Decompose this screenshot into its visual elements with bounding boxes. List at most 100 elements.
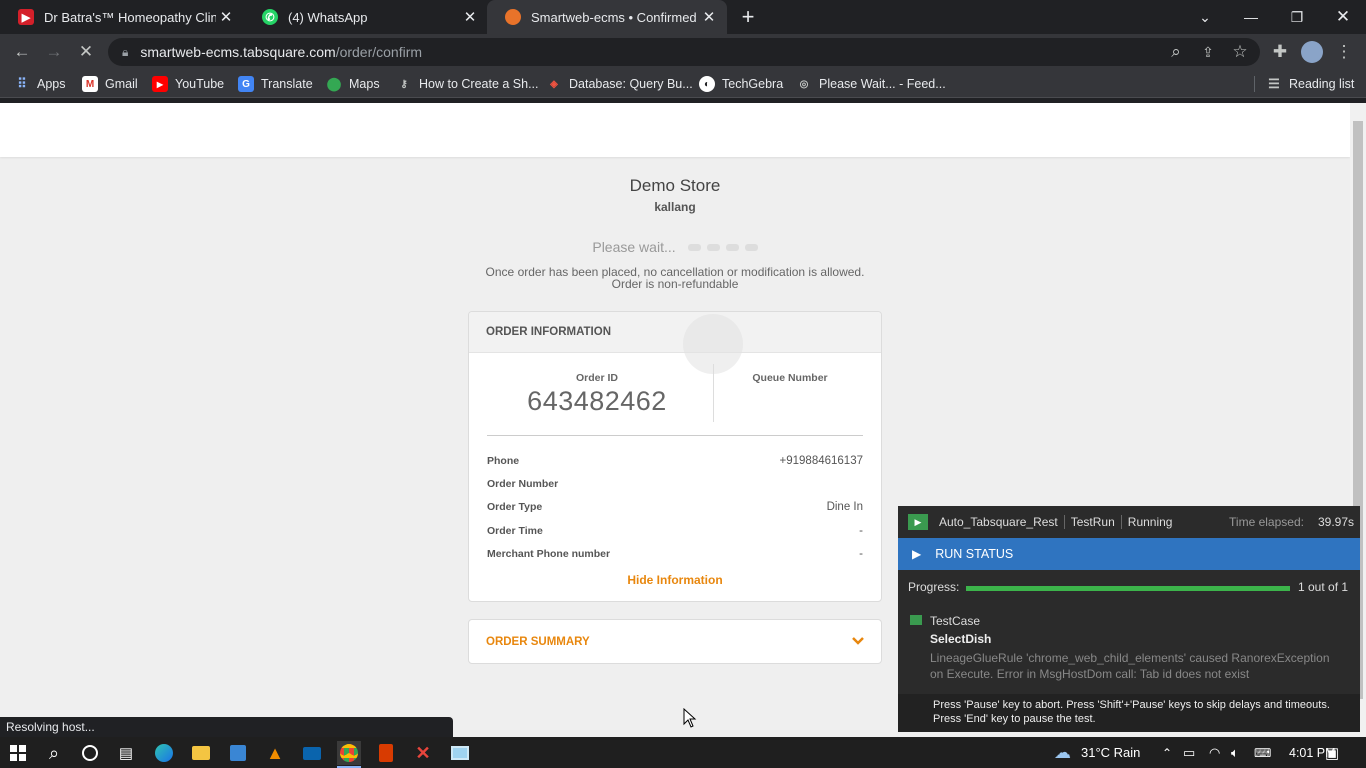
- profile-avatar[interactable]: [1300, 40, 1324, 64]
- tray-chevron-icon[interactable]: ⌃: [1162, 737, 1172, 768]
- card-header: ORDER INFORMATION: [469, 312, 881, 353]
- battery-icon[interactable]: ▭: [1183, 737, 1195, 768]
- store-name: Demo Store: [629, 176, 721, 195]
- please-wait-text: Please wait...: [592, 239, 676, 255]
- queue-number-label: Queue Number: [752, 372, 828, 384]
- ranorex-state: Running: [1127, 515, 1173, 529]
- order-summary-accordion[interactable]: ORDER SUMMARY: [468, 619, 882, 664]
- search-icon[interactable]: ⌕: [42, 741, 66, 765]
- office-icon[interactable]: [374, 741, 398, 765]
- restore-icon[interactable]: ❐: [1274, 0, 1320, 34]
- tab-title: Smartweb-ecms • Confirmed Ord: [531, 9, 699, 25]
- bookmark-translate[interactable]: G Translate: [238, 74, 313, 94]
- rain-cloud-icon: ☁: [1054, 742, 1071, 762]
- ranorex-taskbar-icon[interactable]: [448, 741, 472, 765]
- language-icon[interactable]: ⌨: [1254, 737, 1271, 768]
- task-view-icon[interactable]: ▤: [114, 741, 138, 765]
- bookmarks-bar: ⠿ Apps M Gmail ▶ YouTube G Translate ⬤ Maps ⚷…: [0, 70, 1366, 98]
- loading-dot: [744, 243, 758, 251]
- close-icon[interactable]: ✕: [460, 8, 480, 26]
- edge-icon[interactable]: [152, 741, 176, 765]
- bookmark-database-query[interactable]: ◈ Database: Query Bu...: [546, 74, 693, 94]
- run-status-bar[interactable]: ▶ RUN STATUS: [898, 538, 1360, 570]
- minimize-icon[interactable]: —: [1228, 0, 1274, 34]
- menu-kebab-icon[interactable]: ⋮: [1332, 40, 1356, 64]
- techgebra-icon: ◐: [699, 76, 715, 92]
- file-explorer-icon[interactable]: [189, 741, 213, 765]
- bookmark-techgebra[interactable]: ◐ TechGebra: [699, 74, 783, 94]
- row-value: Dine In: [826, 501, 863, 513]
- info-row-order-type: Order Type Dine In: [487, 499, 863, 515]
- run-status-label: RUN STATUS: [935, 547, 1014, 561]
- bookmark-star-icon[interactable]: ☆: [1228, 40, 1252, 64]
- tab-whatsapp[interactable]: ✆ (4) WhatsApp ✕: [244, 0, 488, 34]
- info-row-merchant-phone: Merchant Phone number -: [487, 546, 863, 562]
- row-value: -: [859, 525, 863, 537]
- gmail-icon: M: [82, 76, 98, 92]
- tab-dr-batras[interactable]: ▶ Dr Batra's™ Homeopathy Clinics ✕: [0, 0, 244, 34]
- extensions-icon[interactable]: ✚: [1268, 40, 1292, 64]
- zoom-icon[interactable]: ⌕: [1164, 40, 1188, 64]
- whatsapp-icon: ✆: [262, 9, 278, 25]
- bookmark-youtube[interactable]: ▶ YouTube: [152, 74, 224, 94]
- play-icon: ▶: [912, 547, 922, 561]
- row-label: Order Type: [487, 501, 543, 513]
- bookmark-gmail[interactable]: M Gmail: [82, 74, 138, 94]
- reading-list-button[interactable]: ☰ Reading list: [1266, 74, 1354, 94]
- reading-list-label: Reading list: [1289, 77, 1355, 91]
- close-window-icon[interactable]: ✕: [1320, 0, 1366, 34]
- forward-icon[interactable]: →: [42, 40, 66, 64]
- mail-icon[interactable]: [300, 741, 324, 765]
- url-host: smartweb-ecms.tabsquare.com: [140, 44, 336, 60]
- vlc-icon[interactable]: ▲: [263, 741, 287, 765]
- hint-box: Press 'Pause' key to abort. Press 'Shift…: [898, 694, 1360, 732]
- loading-dot: [706, 243, 720, 251]
- browser-toolbar: ← → ✕ 🔒︎ smartweb-ecms.tabsquare.com/ord…: [0, 34, 1366, 70]
- divider: [713, 364, 714, 422]
- bookmark-label: Apps: [37, 77, 66, 91]
- order-id-value: 643482462: [527, 386, 667, 416]
- notifications-icon[interactable]: ▣: [1325, 737, 1339, 768]
- status-bubble: Resolving host...: [0, 717, 453, 737]
- stop-loading-icon[interactable]: ✕: [74, 40, 98, 64]
- volume-icon[interactable]: 🔈︎: [1231, 737, 1239, 768]
- time-elapsed-label: Time elapsed:: [1229, 515, 1304, 529]
- store-icon[interactable]: [226, 741, 250, 765]
- order-information-card: ORDER INFORMATION Order ID 643482462 Que…: [468, 311, 882, 602]
- weather-widget[interactable]: ☁ 31°C Rain: [1054, 737, 1140, 768]
- chrome-icon[interactable]: [337, 741, 361, 765]
- key-icon: ⚷: [400, 78, 408, 90]
- hide-information-link[interactable]: Hide Information: [469, 573, 881, 587]
- bookmark-how-to-create[interactable]: ⚷ How to Create a Sh...: [396, 74, 538, 94]
- windows-start-icon[interactable]: [6, 741, 30, 765]
- order-summary-heading: ORDER SUMMARY: [486, 636, 590, 648]
- share-icon[interactable]: ⇪: [1196, 40, 1220, 64]
- back-icon[interactable]: ←: [10, 40, 34, 64]
- reading-list-icon: ☰: [1268, 76, 1280, 91]
- cortana-icon[interactable]: [78, 741, 102, 765]
- bookmark-apps[interactable]: ⠿ Apps: [14, 74, 66, 94]
- tab-smartweb[interactable]: Smartweb-ecms • Confirmed Ord ✕: [487, 0, 727, 34]
- mouse-cursor-icon: [683, 708, 697, 728]
- url-path: /order/confirm: [335, 44, 423, 60]
- info-row-order-number: Order Number: [487, 476, 863, 492]
- ranorex-testrun: TestRun: [1071, 515, 1122, 529]
- smartweb-icon: [505, 9, 521, 25]
- address-bar[interactable]: 🔒︎ smartweb-ecms.tabsquare.com/order/con…: [108, 38, 1260, 66]
- hint-text: Press 'Pause' key to abort. Press 'Shift…: [933, 699, 1330, 725]
- close-icon[interactable]: ✕: [216, 8, 236, 26]
- new-tab-icon[interactable]: +: [730, 0, 766, 34]
- tab-title: Dr Batra's™ Homeopathy Clinics: [44, 9, 216, 25]
- bookmark-label: Translate: [261, 77, 313, 91]
- error-message: LineageGlueRule 'chrome_web_child_elemen…: [930, 651, 1330, 681]
- wifi-icon[interactable]: ◠: [1209, 737, 1220, 768]
- laravel-icon: ◈: [550, 78, 558, 90]
- close-icon[interactable]: ✕: [699, 8, 719, 26]
- bookmark-maps[interactable]: ⬤ Maps: [326, 74, 380, 94]
- bookmark-please-wait[interactable]: ◎ Please Wait... - Feed...: [796, 74, 946, 94]
- progress-bar: [966, 586, 1290, 591]
- testcase-icon: [910, 615, 922, 625]
- ranorex-header: ▶ Auto_Tabsquare_Rest TestRun Running Ti…: [898, 506, 1360, 538]
- tab-search-icon[interactable]: ⌄: [1182, 0, 1228, 34]
- xampp-icon[interactable]: ✕: [411, 741, 435, 765]
